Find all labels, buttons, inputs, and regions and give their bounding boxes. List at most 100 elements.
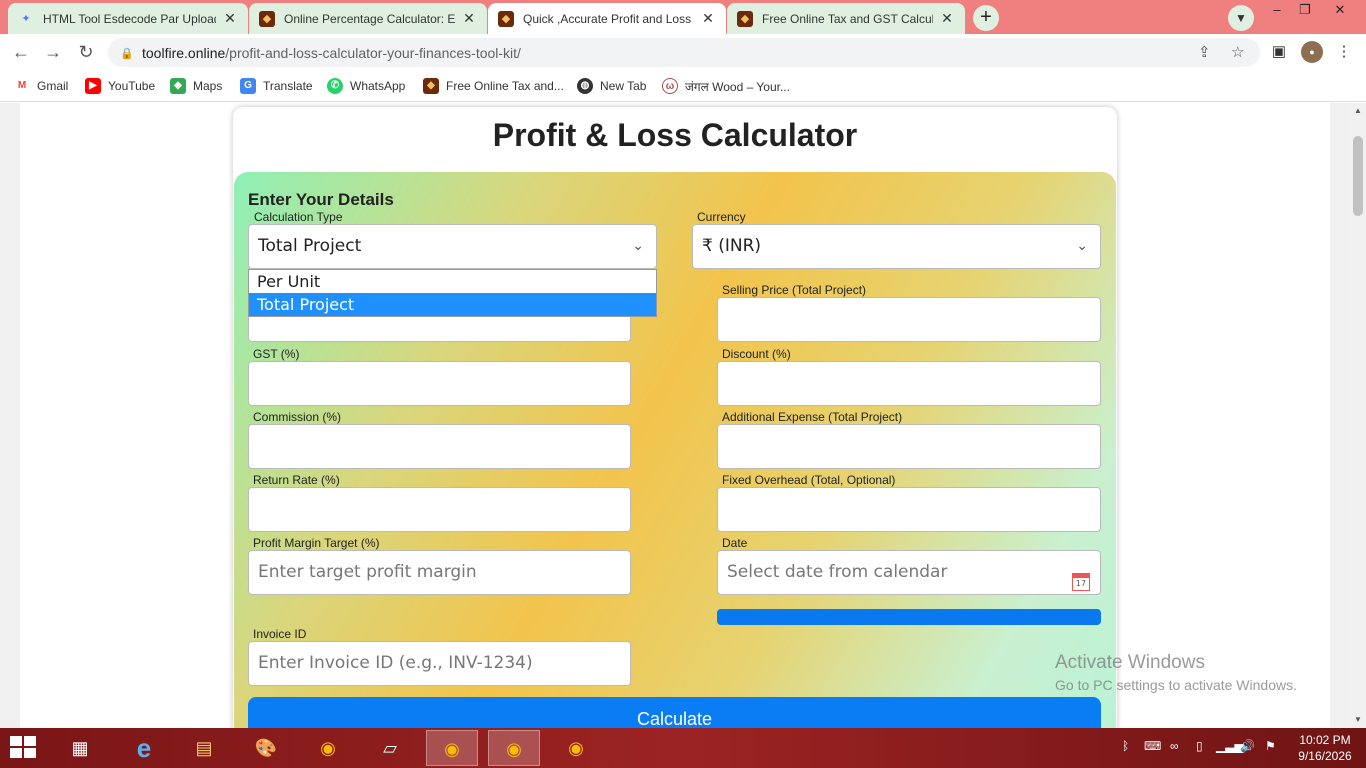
forward-button[interactable]: →	[40, 39, 66, 65]
bookmark-label: Free Online Tax and...	[446, 79, 564, 93]
discount-input[interactable]	[717, 361, 1101, 406]
tab-search-button[interactable]: ▼	[1228, 5, 1254, 31]
tab-profit-loss[interactable]: ◆ Quick ,Accurate Profit and Loss C ✕	[488, 3, 726, 34]
close-window-button[interactable]: ✕	[1325, 0, 1355, 22]
page-body: Profit & Loss Calculator Enter Your Deta…	[20, 103, 1330, 728]
selling-price-input[interactable]	[717, 297, 1101, 342]
tab-html-tool[interactable]: ✦ HTML Tool Esdecode Par Upload ✕	[8, 3, 248, 34]
chrome-profile-g-icon[interactable]: ◉	[550, 730, 602, 766]
windows-start-icon[interactable]	[10, 736, 38, 760]
bookmark-label: Gmail	[37, 79, 69, 93]
bookmark-label: New Tab	[600, 79, 647, 93]
close-icon[interactable]: ✕	[939, 10, 955, 27]
fixed-overhead-input[interactable]	[717, 487, 1101, 532]
chrome-profile-a-icon[interactable]: ◉	[426, 730, 478, 766]
taskbar: ▦ e ▤ 🎨 ◉ ▱ ◉ ◉ ◉ ᛒ ⌨ ∞ ▯ ▁▃▅ 🔊 ⚑ 10:02 …	[0, 728, 1366, 768]
youtube-icon: ▶	[85, 78, 101, 94]
reload-button[interactable]: ↻	[73, 39, 99, 65]
chevron-down-icon: ⌄	[632, 238, 644, 254]
url-path: /profit-and-loss-calculator-your-finance…	[225, 44, 521, 61]
calendar-icon[interactable]: 17	[1072, 573, 1090, 591]
battery-icon[interactable]: ▯	[1196, 739, 1203, 753]
gst-input[interactable]	[248, 361, 631, 406]
clock-date: 9/16/2026	[1298, 749, 1352, 763]
bookmark-youtube[interactable]: ▶ YouTube	[85, 76, 155, 96]
tab-title: HTML Tool Esdecode Par Upload	[43, 11, 216, 26]
bookmark-translate[interactable]: G Translate	[240, 76, 313, 96]
side-panel-icon[interactable]: ▣	[1268, 41, 1290, 63]
calculate-button[interactable]: Calculate	[248, 697, 1101, 728]
progress-bar	[717, 609, 1101, 625]
profit-margin-label: Profit Margin Target (%)	[253, 536, 380, 550]
bookmark-label: Translate	[263, 79, 313, 93]
tab-tax-gst[interactable]: ◆ Free Online Tax and GST Calculat ✕	[727, 3, 965, 34]
bookmark-whatsapp[interactable]: ✆ WhatsApp	[327, 76, 405, 96]
section-heading: Enter Your Details	[248, 190, 394, 209]
bookmarks-bar: M Gmail ▶ YouTube ◆ Maps G Translate ✆ W…	[0, 70, 1366, 102]
bookmark-gmail[interactable]: M Gmail	[14, 76, 68, 96]
bookmark-label: YouTube	[108, 79, 156, 93]
bookmark-tax-gst[interactable]: ◆ Free Online Tax and...	[423, 76, 564, 96]
translate-icon: G	[240, 78, 256, 94]
menu-icon[interactable]: ⋮	[1333, 41, 1355, 63]
toolfire-icon: ◆	[737, 10, 753, 27]
address-bar[interactable]: 🔒 toolfire.online/profit-and-loss-calcul…	[108, 38, 1260, 67]
paint-app-icon[interactable]: 🎨	[240, 730, 292, 766]
maps-icon: ◆	[170, 78, 186, 94]
tab-percentage-calculator[interactable]: ◆ Online Percentage Calculator: Eas ✕	[249, 3, 487, 34]
internet-explorer-icon[interactable]: e	[118, 730, 170, 766]
close-icon[interactable]: ✕	[700, 10, 716, 27]
return-rate-input[interactable]	[248, 487, 631, 532]
return-rate-label: Return Rate (%)	[253, 473, 340, 487]
avatar[interactable]: ●	[1301, 41, 1323, 63]
bookmark-label: Maps	[193, 79, 223, 93]
currency-value: ₹ (INR)	[702, 236, 762, 256]
minimize-button[interactable]: –	[1262, 0, 1292, 22]
scroll-up-arrow-icon[interactable]: ▲	[1350, 103, 1366, 119]
flag-icon[interactable]: ⚑	[1265, 739, 1276, 753]
link-icon[interactable]: ∞	[1170, 739, 1179, 753]
option-total-project[interactable]: Total Project	[249, 293, 656, 316]
additional-expense-label: Additional Expense (Total Project)	[722, 410, 903, 424]
additional-expense-input[interactable]	[717, 424, 1101, 469]
sparkle-icon: ✦	[21, 13, 31, 25]
tab-strip: ✦ HTML Tool Esdecode Par Upload ✕ ◆ Onli…	[0, 0, 1366, 34]
scroll-thumb[interactable]	[1353, 136, 1363, 216]
bluetooth-icon[interactable]: ᛒ	[1122, 739, 1129, 753]
activate-windows-watermark: Activate Windows	[1055, 652, 1205, 673]
restore-button[interactable]: ❐	[1290, 0, 1320, 22]
back-button[interactable]: ←	[8, 39, 34, 65]
close-icon[interactable]: ✕	[222, 10, 238, 27]
date-input[interactable]: Select date from calendar 17	[717, 550, 1101, 595]
calculation-type-select[interactable]: Total Project ⌄	[248, 224, 657, 269]
tab-title: Quick ,Accurate Profit and Loss C	[523, 11, 694, 26]
taskbar-clock[interactable]: 10:02 PM 9/16/2026	[1290, 732, 1360, 764]
chrome-icon[interactable]: ◉	[302, 730, 354, 766]
calculator-app-icon[interactable]: ▦	[54, 730, 106, 766]
chrome-profile-b-icon[interactable]: ◉	[488, 730, 540, 766]
file-explorer-icon[interactable]: ▤	[178, 730, 230, 766]
date-placeholder: Select date from calendar	[727, 562, 948, 582]
currency-select[interactable]: ₹ (INR) ⌄	[692, 224, 1101, 269]
option-per-unit[interactable]: Per Unit	[249, 270, 656, 293]
profit-margin-input[interactable]: Enter target profit margin	[248, 550, 631, 595]
url-host: toolfire.online	[142, 44, 226, 61]
invoice-id-input[interactable]: Enter Invoice ID (e.g., INV-1234)	[248, 641, 631, 686]
bookmark-star-icon[interactable]: ☆	[1231, 38, 1244, 67]
bookmark-maps[interactable]: ◆ Maps	[170, 76, 222, 96]
share-icon[interactable]: ⇪	[1198, 38, 1211, 67]
keyboard-icon[interactable]: ⌨	[1144, 739, 1161, 753]
new-tab-button[interactable]: +	[973, 5, 999, 31]
volume-icon[interactable]: 🔊	[1240, 739, 1255, 753]
bookmark-wood[interactable]: ω जंगल Wood – Your...	[662, 76, 790, 96]
calculator-card: Profit & Loss Calculator Enter Your Deta…	[233, 107, 1117, 728]
notes-app-icon[interactable]: ▱	[364, 730, 416, 766]
chevron-down-icon: ⌄	[1076, 238, 1088, 254]
commission-input[interactable]	[248, 424, 631, 469]
gmail-icon: M	[14, 78, 30, 94]
page-scrollbar[interactable]: ▲ ▼	[1350, 103, 1366, 728]
close-icon[interactable]: ✕	[461, 10, 477, 27]
scroll-down-arrow-icon[interactable]: ▼	[1350, 712, 1366, 728]
lock-icon: 🔒	[120, 47, 134, 60]
bookmark-new-tab[interactable]: ◍ New Tab	[577, 76, 646, 96]
